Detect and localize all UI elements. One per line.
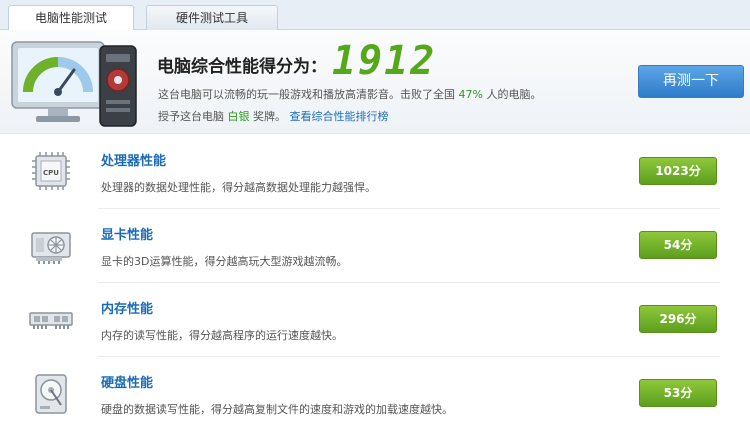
list-item-hard-disk: 硬盘性能 硬盘的数据读写性能，得分越高复制文件的速度和游戏的加载速度越快。 53… (0, 357, 750, 426)
list-item-memory: 内存性能 内存的读写性能，得分越高程序的运行速度越快。 296分 (0, 283, 750, 357)
beat-percent: 47% (458, 88, 483, 101)
desc-suffix: 人的电脑。 (486, 88, 542, 101)
award-line: 授予这台电脑 白银 奖牌。 查看综合性能排行榜 (158, 108, 389, 124)
list-item-cpu: CPU 处理器性能 处理器的数据处理性能，得分越高数据处理能力越强悍。 1023… (0, 135, 750, 209)
hard-disk-score-badge: 53分 (639, 379, 717, 407)
retest-button[interactable]: 再测一下 (638, 65, 744, 98)
tab-bar: 电脑性能测试 硬件测试工具 (0, 0, 750, 31)
svg-text:CPU: CPU (43, 169, 59, 177)
graphics-score-badge: 54分 (639, 231, 717, 259)
graphics-card-icon (31, 232, 71, 264)
memory-title: 内存性能 (101, 302, 154, 317)
cpu-score-badge: 1023分 (639, 157, 717, 185)
graphics-description: 显卡的3D运算性能，得分越高玩大型游戏越流畅。 (101, 255, 348, 268)
award-suffix: 奖牌。 (253, 110, 286, 123)
memory-icon (29, 312, 73, 329)
cpu-icon: CPU (32, 152, 70, 190)
score-header: 电脑综合性能得分为： 1912 这台电脑可以流畅的玩一般游戏和播放高清影音。击败… (0, 30, 750, 134)
ranking-link[interactable]: 查看综合性能排行榜 (290, 110, 389, 123)
hard-disk-description: 硬盘的数据读写性能，得分越高复制文件的速度和游戏的加载速度越快。 (101, 403, 453, 416)
memory-description: 内存的读写性能，得分越高程序的运行速度越快。 (101, 329, 343, 342)
score-label: 电脑综合性能得分为： (157, 57, 327, 77)
award-prefix: 授予这台电脑 (158, 110, 224, 123)
score-description: 这台电脑可以流畅的玩一般游戏和播放高清影音。击败了全国 47% 人的电脑。 (158, 86, 541, 102)
monitor-speedometer-icon (11, 41, 137, 127)
tab-performance-test[interactable]: 电脑性能测试 (8, 5, 134, 31)
graphics-title: 显卡性能 (101, 228, 154, 243)
hard-disk-title: 硬盘性能 (101, 376, 154, 391)
memory-score-badge: 296分 (639, 305, 717, 333)
score-value: 1912 (332, 38, 437, 84)
cpu-description: 处理器的数据处理性能，得分越高数据处理能力越强悍。 (101, 181, 376, 194)
list-item-graphics: 显卡性能 显卡的3D运算性能，得分越高玩大型游戏越流畅。 54分 (0, 209, 750, 283)
tab-hardware-tools[interactable]: 硬件测试工具 (146, 5, 278, 31)
desc-prefix: 这台电脑可以流畅的玩一般游戏和播放高清影音。击败了全国 (158, 88, 455, 101)
hard-disk-icon (35, 374, 67, 414)
cpu-title: 处理器性能 (101, 154, 167, 169)
award-medal: 白银 (227, 110, 250, 123)
